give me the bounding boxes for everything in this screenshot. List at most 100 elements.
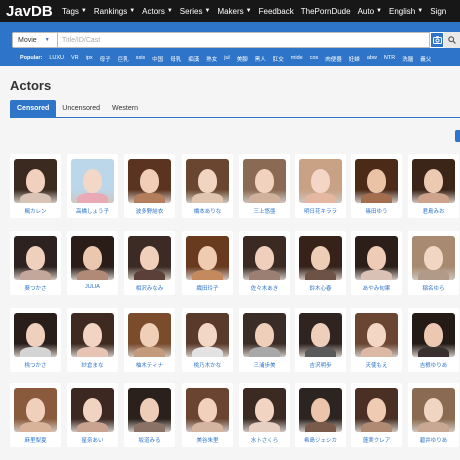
actor-name[interactable]: 橋本ありな — [194, 207, 222, 215]
popular-tag[interactable]: 肉便器 — [325, 55, 342, 63]
actor-photo[interactable] — [299, 388, 342, 432]
actor-name[interactable]: 桃つかさ — [24, 361, 46, 369]
actor-name[interactable]: 篠田ゆう — [365, 207, 387, 215]
actor-photo[interactable] — [14, 236, 57, 280]
actor-photo[interactable] — [299, 159, 342, 203]
popular-tag[interactable]: 妊婦 — [349, 55, 360, 63]
actor-name[interactable]: 美谷朱里 — [196, 436, 218, 444]
actor-name[interactable]: 蓮実クレア — [363, 436, 391, 444]
actor-name[interactable]: 星奈あい — [81, 436, 103, 444]
popular-tag[interactable]: 母子 — [100, 55, 111, 63]
popular-tag[interactable]: ssis — [136, 55, 145, 63]
popular-tag[interactable]: LUXU — [49, 55, 64, 63]
site-logo[interactable]: JavDB — [0, 3, 62, 20]
popular-tag[interactable]: NTR — [384, 55, 395, 63]
popular-tag[interactable]: VR — [71, 55, 79, 63]
actor-name[interactable]: 天使もえ — [365, 361, 387, 369]
actor-photo[interactable] — [412, 388, 455, 432]
popular-tag[interactable]: mide — [291, 55, 303, 63]
actor-card[interactable]: 水卜さくら — [239, 383, 290, 447]
actor-card[interactable]: 希島ジェシカ — [295, 383, 346, 447]
actor-photo[interactable] — [412, 313, 455, 357]
actor-photo[interactable] — [186, 236, 229, 280]
nav-item-english[interactable]: English ▼ — [389, 7, 423, 16]
popular-tag[interactable]: jul — [224, 55, 230, 63]
actor-photo[interactable] — [243, 159, 286, 203]
popular-tag[interactable]: 巨乳 — [118, 55, 129, 63]
actor-card[interactable]: 紗倉まな — [67, 308, 118, 372]
actor-card[interactable]: 桃つかさ — [10, 308, 61, 372]
nav-item-actors[interactable]: Actors ▼ — [142, 7, 173, 16]
tab-censored[interactable]: Censored — [10, 100, 57, 117]
actor-name[interactable]: 相沢みなみ — [136, 284, 164, 292]
popular-tag[interactable]: 熟女 — [206, 55, 217, 63]
actor-name[interactable]: 吉沢明歩 — [309, 361, 331, 369]
nav-item-theporndude[interactable]: ThePornDude — [301, 7, 351, 16]
actor-card[interactable]: 柚木ティナ — [124, 308, 175, 372]
actor-card[interactable]: 明日花キララ — [295, 154, 346, 218]
actor-photo[interactable] — [186, 388, 229, 432]
nav-item-sign[interactable]: Sign — [430, 7, 446, 16]
actor-photo[interactable] — [243, 236, 286, 280]
popular-tag[interactable]: 義父 — [420, 55, 431, 63]
actor-card[interactable]: 美谷朱里 — [182, 383, 233, 447]
actor-card[interactable]: 相沢みなみ — [124, 231, 175, 295]
actor-name[interactable]: 希島ジェシカ — [304, 436, 337, 444]
actor-name[interactable]: 桃乃木かな — [194, 361, 222, 369]
actor-card[interactable]: 天使もえ — [351, 308, 402, 372]
actor-photo[interactable] — [412, 159, 455, 203]
actor-card[interactable]: 橋本ありな — [182, 154, 233, 218]
search-input[interactable]: Title/ID/Cast — [58, 32, 430, 48]
actor-photo[interactable] — [355, 159, 398, 203]
actor-photo[interactable] — [128, 236, 171, 280]
actor-photo[interactable] — [299, 236, 342, 280]
popular-tag[interactable]: cos — [310, 55, 319, 63]
search-type-select[interactable]: Movie ▼ — [12, 32, 58, 48]
actor-photo[interactable] — [128, 159, 171, 203]
actor-card[interactable]: 三浦歩美 — [239, 308, 290, 372]
actor-name[interactable]: 葵つかさ — [24, 284, 46, 292]
actor-card[interactable]: 織田玲子 — [182, 231, 233, 295]
actor-photo[interactable] — [243, 313, 286, 357]
actor-card[interactable]: 葵つかさ — [10, 231, 61, 295]
actor-name[interactable]: 三上悠亜 — [253, 207, 275, 215]
actor-photo[interactable] — [299, 313, 342, 357]
actor-name[interactable]: 君島みお — [422, 207, 444, 215]
actor-card[interactable]: 高橋しょう子 — [67, 154, 118, 218]
actor-card[interactable]: 楓カレン — [10, 154, 61, 218]
tab-western[interactable]: Western — [106, 100, 144, 117]
actor-photo[interactable] — [186, 313, 229, 357]
actor-photo[interactable] — [14, 313, 57, 357]
actor-card[interactable]: 桃乃木かな — [182, 308, 233, 372]
actor-card[interactable]: 坂道みる — [124, 383, 175, 447]
popular-tag[interactable]: 肛交 — [273, 55, 284, 63]
actor-photo[interactable] — [355, 313, 398, 357]
tab-uncensored[interactable]: Uncensored — [56, 100, 106, 117]
actor-photo[interactable] — [71, 388, 114, 432]
actor-card[interactable]: 篠田ゆう — [351, 154, 402, 218]
actor-photo[interactable] — [412, 236, 455, 280]
nav-item-makers[interactable]: Makers ▼ — [217, 7, 251, 16]
actor-card[interactable]: 吉沢明歩 — [295, 308, 346, 372]
popular-tag[interactable]: 美腳 — [237, 55, 248, 63]
actor-name[interactable]: 吉根ゆりあ — [420, 361, 448, 369]
actor-photo[interactable] — [355, 388, 398, 432]
actor-card[interactable]: 君島みお — [408, 154, 459, 218]
actor-photo[interactable] — [71, 313, 114, 357]
actor-name[interactable]: 明日花キララ — [304, 207, 337, 215]
actor-photo[interactable] — [186, 159, 229, 203]
actor-name[interactable]: 柚木ティナ — [136, 361, 163, 369]
actor-card[interactable]: 三上悠亜 — [239, 154, 290, 218]
actor-card[interactable]: 星奈あい — [67, 383, 118, 447]
popular-tag[interactable]: 中国 — [152, 55, 163, 63]
actor-name[interactable]: 鈴木心春 — [309, 284, 331, 292]
popular-tag[interactable]: 母乳 — [170, 55, 181, 63]
image-search-button[interactable] — [430, 32, 444, 48]
popular-tag[interactable]: abw — [367, 55, 377, 63]
actor-photo[interactable] — [14, 388, 57, 432]
popular-tag[interactable]: 黑人 — [255, 55, 266, 63]
popular-tag[interactable]: 痴漢 — [188, 55, 199, 63]
actor-photo[interactable] — [71, 236, 114, 280]
actor-card[interactable]: 波多野結衣 — [124, 154, 175, 218]
actor-name[interactable]: JULIA — [85, 284, 100, 290]
